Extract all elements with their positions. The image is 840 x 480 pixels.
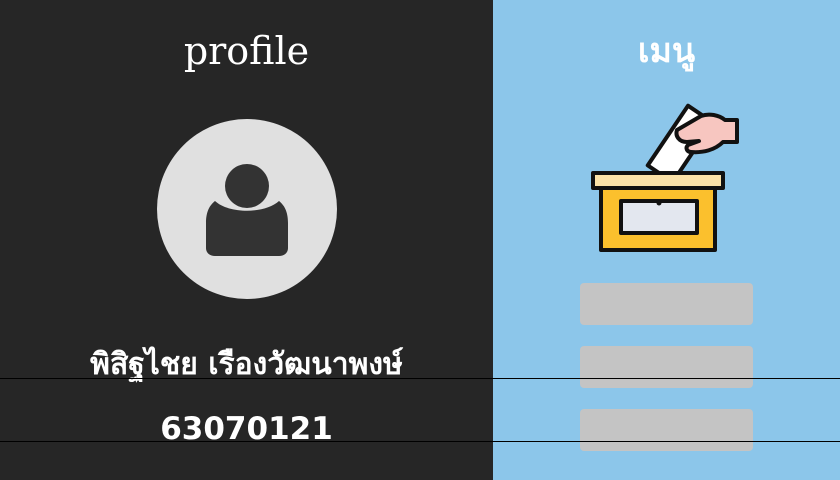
user-name: พิสิฐไชย เรืองวัฒนาพงษ์	[90, 347, 403, 382]
profile-panel: profile พิสิฐไชย เรืองวัฒนาพงษ์ 63070121	[0, 0, 493, 480]
menu-button-1[interactable]	[580, 283, 753, 325]
menu-button-3[interactable]	[580, 409, 753, 451]
profile-title: profile	[183, 29, 310, 73]
menu-title: เมนู	[637, 31, 696, 71]
avatar	[157, 119, 337, 299]
divider-line	[0, 441, 840, 442]
user-icon	[206, 164, 288, 256]
student-id: 63070121	[160, 411, 333, 447]
menu-button-2[interactable]	[580, 346, 753, 388]
ballot-box-icon	[591, 103, 739, 252]
menu-panel: เมนู	[493, 0, 840, 480]
divider-line	[0, 378, 840, 379]
